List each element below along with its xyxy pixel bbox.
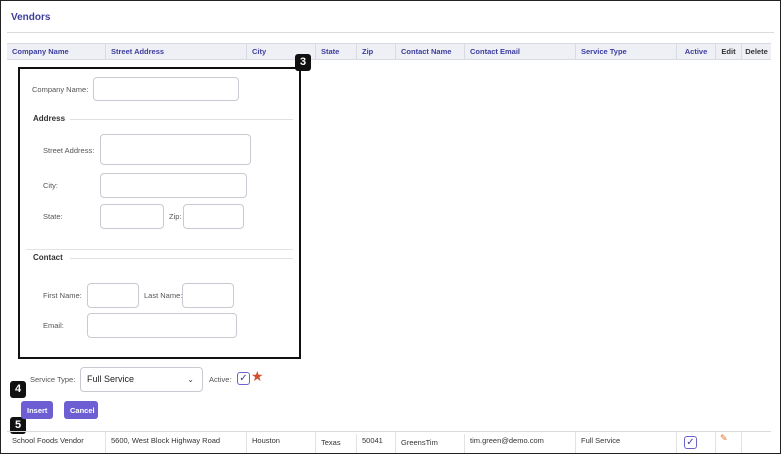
active-checkbox[interactable]: ✓ bbox=[237, 372, 250, 385]
column-header-service-type[interactable]: Service Type bbox=[576, 44, 677, 60]
table-row[interactable]: School Foods Vendor 5600, West Block Hig… bbox=[7, 431, 771, 453]
address-section-title: Address bbox=[33, 114, 66, 123]
cell-delete bbox=[742, 432, 771, 453]
column-header-contact-email[interactable]: Contact Email bbox=[465, 44, 576, 60]
cell-street-address: 5600, West Block Highway Road bbox=[106, 432, 247, 453]
cell-company-name: School Foods Vendor bbox=[7, 432, 106, 453]
title-divider bbox=[7, 32, 774, 33]
edit-pencil-icon[interactable]: ✎ bbox=[720, 433, 728, 444]
grid-header: Company Name Street Address City State Z… bbox=[7, 43, 771, 60]
vendor-edit-form: Company Name: Address Street Address: Ci… bbox=[18, 67, 301, 359]
column-header-active[interactable]: Active bbox=[677, 44, 716, 60]
cell-city: Houston bbox=[247, 432, 316, 453]
chevron-down-icon: ⌄ bbox=[187, 375, 194, 384]
contact-section-divider bbox=[70, 258, 293, 259]
cell-contact-name: GreensTim bbox=[396, 434, 465, 453]
address-section-divider bbox=[70, 119, 293, 120]
step-badge-4: 4 bbox=[10, 381, 26, 398]
city-input[interactable] bbox=[100, 173, 247, 198]
state-label: State: bbox=[43, 212, 63, 221]
company-name-label: Company Name: bbox=[32, 85, 89, 94]
row-active-checkbox[interactable]: ✓ bbox=[684, 436, 697, 449]
active-label: Active: bbox=[209, 375, 232, 384]
last-name-input[interactable] bbox=[182, 283, 234, 308]
cancel-button[interactable]: Cancel bbox=[64, 401, 98, 419]
zip-label: Zip: bbox=[169, 212, 182, 221]
state-input[interactable] bbox=[100, 204, 164, 229]
service-type-value: Full Service bbox=[87, 374, 135, 384]
column-header-state[interactable]: State bbox=[316, 44, 357, 60]
service-type-select[interactable]: Full Service ⌄ bbox=[80, 367, 203, 392]
cell-contact-email: tim.green@demo.com bbox=[465, 432, 576, 453]
contact-section-title: Contact bbox=[33, 253, 63, 262]
email-input[interactable] bbox=[87, 313, 237, 338]
column-header-street-address[interactable]: Street Address bbox=[106, 44, 247, 60]
street-address-input[interactable] bbox=[100, 134, 251, 165]
first-name-label: First Name: bbox=[43, 291, 82, 300]
column-header-zip[interactable]: Zip bbox=[357, 44, 396, 60]
section-separator bbox=[26, 249, 293, 250]
service-type-label: Service Type: bbox=[30, 375, 76, 384]
cell-state: Texas bbox=[316, 434, 357, 453]
insert-button[interactable]: Insert bbox=[21, 401, 53, 419]
last-name-label: Last Name: bbox=[144, 291, 183, 300]
column-header-contact-name[interactable]: Contact Name bbox=[396, 44, 465, 60]
vendors-panel: Vendors Company Name Street Address City… bbox=[0, 0, 781, 454]
column-header-edit: Edit bbox=[716, 44, 742, 60]
zip-input[interactable] bbox=[183, 204, 244, 229]
email-label: Email: bbox=[43, 321, 64, 330]
step-badge-3: 3 bbox=[295, 54, 311, 71]
street-address-label: Street Address: bbox=[43, 146, 95, 155]
company-name-input[interactable] bbox=[93, 77, 239, 101]
first-name-input[interactable] bbox=[87, 283, 139, 308]
city-label: City: bbox=[43, 181, 58, 190]
column-header-company-name[interactable]: Company Name bbox=[7, 44, 106, 60]
page-title: Vendors bbox=[11, 12, 51, 23]
column-header-delete: Delete bbox=[745, 47, 768, 56]
cell-zip: 50041 bbox=[357, 432, 396, 453]
cell-service-type: Full Service bbox=[576, 432, 677, 453]
star-icon: ★ bbox=[251, 368, 264, 384]
